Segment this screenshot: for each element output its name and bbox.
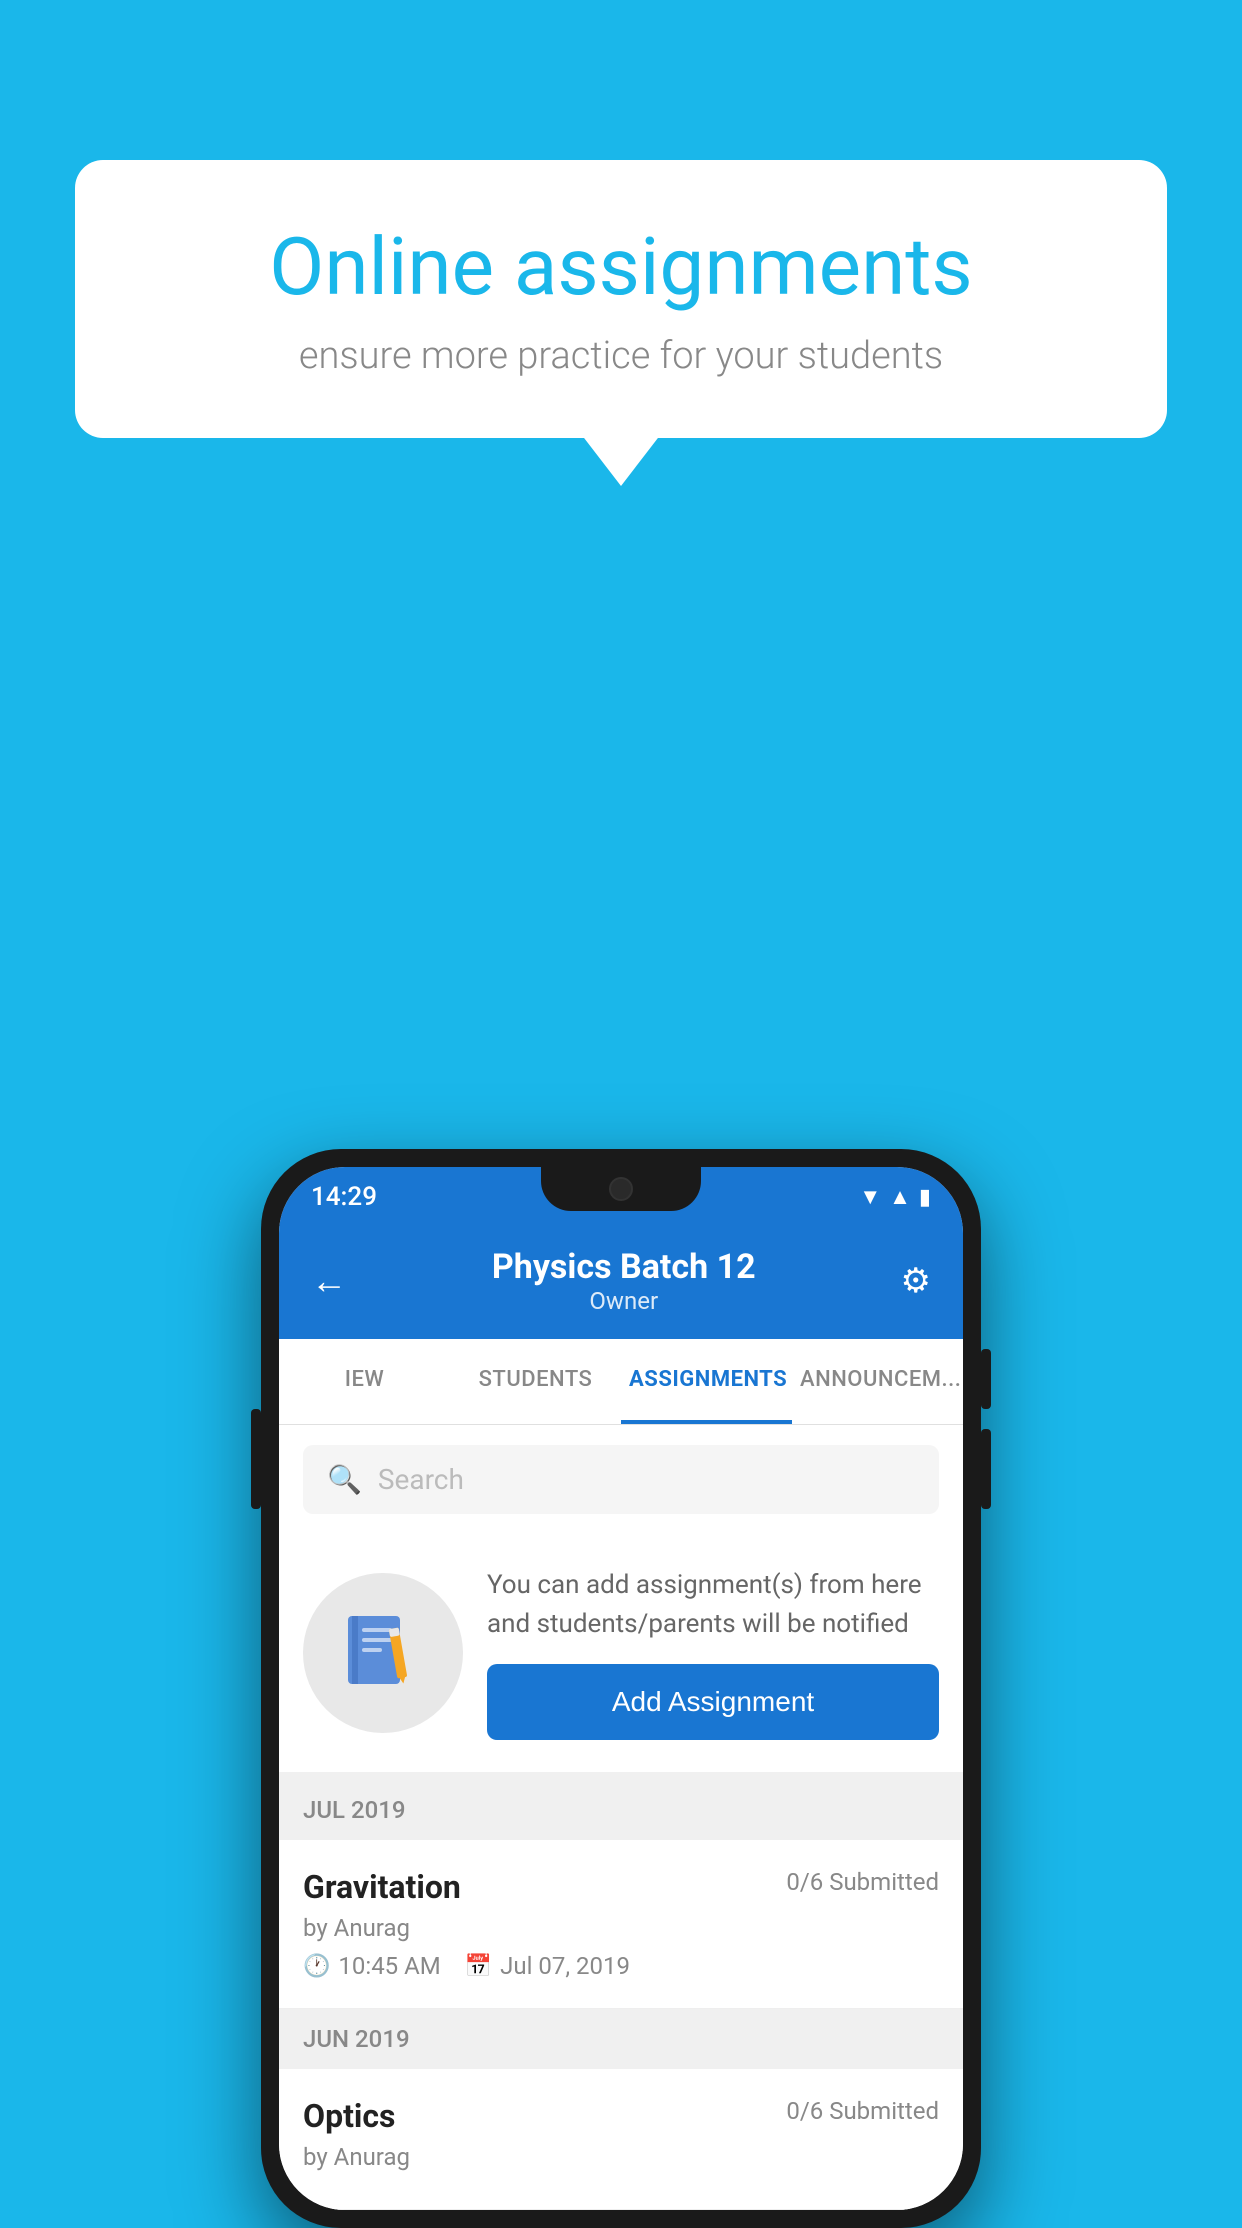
phone-screen: 14:29 ▼ ▲ ▮ ← Physics Batch 12 Owner ⚙ I… bbox=[279, 1167, 963, 2210]
assignment-by: by Anurag bbox=[303, 1914, 939, 1942]
speech-bubble-subtitle: ensure more practice for your students bbox=[155, 334, 1087, 378]
header-title-group: Physics Batch 12 Owner bbox=[492, 1247, 756, 1315]
assignment-meta: 🕐 10:45 AM 📅 Jul 07, 2019 bbox=[303, 1952, 939, 1980]
calendar-icon: 📅 bbox=[465, 1954, 492, 1979]
speech-bubble-title: Online assignments bbox=[155, 220, 1087, 314]
tab-iew[interactable]: IEW bbox=[279, 1339, 450, 1424]
volume-up-button[interactable] bbox=[981, 1349, 991, 1409]
phone-outer: 14:29 ▼ ▲ ▮ ← Physics Batch 12 Owner ⚙ I… bbox=[261, 1149, 981, 2228]
section-jun-2019: JUN 2019 bbox=[279, 2009, 963, 2069]
section-month-label-2: JUN 2019 bbox=[303, 2025, 410, 2053]
add-assignment-button[interactable]: Add Assignment bbox=[487, 1664, 939, 1740]
signal-icon: ▲ bbox=[889, 1184, 911, 1210]
assignment-title: Gravitation bbox=[303, 1868, 461, 1906]
time-value: 10:45 AM bbox=[338, 1952, 440, 1980]
search-container: 🔍 Search bbox=[279, 1425, 963, 1534]
date-value: Jul 07, 2019 bbox=[500, 1952, 630, 1980]
back-button[interactable]: ← bbox=[311, 1260, 347, 1302]
add-assignment-promo: You can add assignment(s) from here and … bbox=[279, 1534, 963, 1780]
status-icons: ▼ ▲ ▮ bbox=[859, 1184, 931, 1210]
search-icon: 🔍 bbox=[327, 1463, 362, 1496]
batch-role: Owner bbox=[492, 1287, 756, 1315]
promo-icon-circle bbox=[303, 1573, 463, 1733]
tab-bar: IEW STUDENTS ASSIGNMENTS ANNOUNCEM... bbox=[279, 1339, 963, 1425]
phone-camera bbox=[609, 1177, 633, 1201]
tab-assignments[interactable]: ASSIGNMENTS bbox=[621, 1339, 792, 1424]
status-time: 14:29 bbox=[311, 1182, 377, 1212]
assignment-date: 📅 Jul 07, 2019 bbox=[465, 1952, 630, 1980]
assignment-title-2: Optics bbox=[303, 2097, 395, 2135]
volume-down-button[interactable] bbox=[981, 1429, 991, 1509]
tab-students[interactable]: STUDENTS bbox=[450, 1339, 621, 1424]
promo-content: You can add assignment(s) from here and … bbox=[487, 1566, 939, 1740]
assignment-time: 🕐 10:45 AM bbox=[303, 1952, 441, 1980]
batch-title: Physics Batch 12 bbox=[492, 1247, 756, 1287]
assignment-submitted-2: 0/6 Submitted bbox=[786, 2097, 939, 2125]
assignment-item-gravitation[interactable]: Gravitation 0/6 Submitted by Anurag 🕐 10… bbox=[279, 1840, 963, 2009]
battery-icon: ▮ bbox=[919, 1185, 931, 1210]
section-jul-2019: JUL 2019 bbox=[279, 1780, 963, 1840]
power-button[interactable] bbox=[251, 1409, 261, 1509]
phone-mockup: 14:29 ▼ ▲ ▮ ← Physics Batch 12 Owner ⚙ I… bbox=[261, 1149, 981, 2228]
search-bar[interactable]: 🔍 Search bbox=[303, 1445, 939, 1514]
assignment-row-top: Gravitation 0/6 Submitted bbox=[303, 1868, 939, 1906]
wifi-icon: ▼ bbox=[859, 1184, 881, 1210]
promo-description: You can add assignment(s) from here and … bbox=[487, 1566, 939, 1644]
assignment-item-optics[interactable]: Optics 0/6 Submitted by Anurag bbox=[279, 2069, 963, 2210]
clock-icon: 🕐 bbox=[303, 1954, 330, 1979]
assignment-submitted: 0/6 Submitted bbox=[786, 1868, 939, 1896]
search-placeholder: Search bbox=[378, 1463, 464, 1496]
notebook-icon bbox=[338, 1608, 428, 1698]
tab-announcements[interactable]: ANNOUNCEM... bbox=[792, 1339, 963, 1424]
assignment-row-top-2: Optics 0/6 Submitted bbox=[303, 2097, 939, 2135]
settings-button[interactable]: ⚙ bbox=[901, 1261, 931, 1301]
speech-bubble-container: Online assignments ensure more practice … bbox=[75, 160, 1167, 438]
app-header: ← Physics Batch 12 Owner ⚙ bbox=[279, 1227, 963, 1339]
section-month-label: JUL 2019 bbox=[303, 1796, 406, 1824]
speech-bubble: Online assignments ensure more practice … bbox=[75, 160, 1167, 438]
assignment-by-2: by Anurag bbox=[303, 2143, 939, 2171]
